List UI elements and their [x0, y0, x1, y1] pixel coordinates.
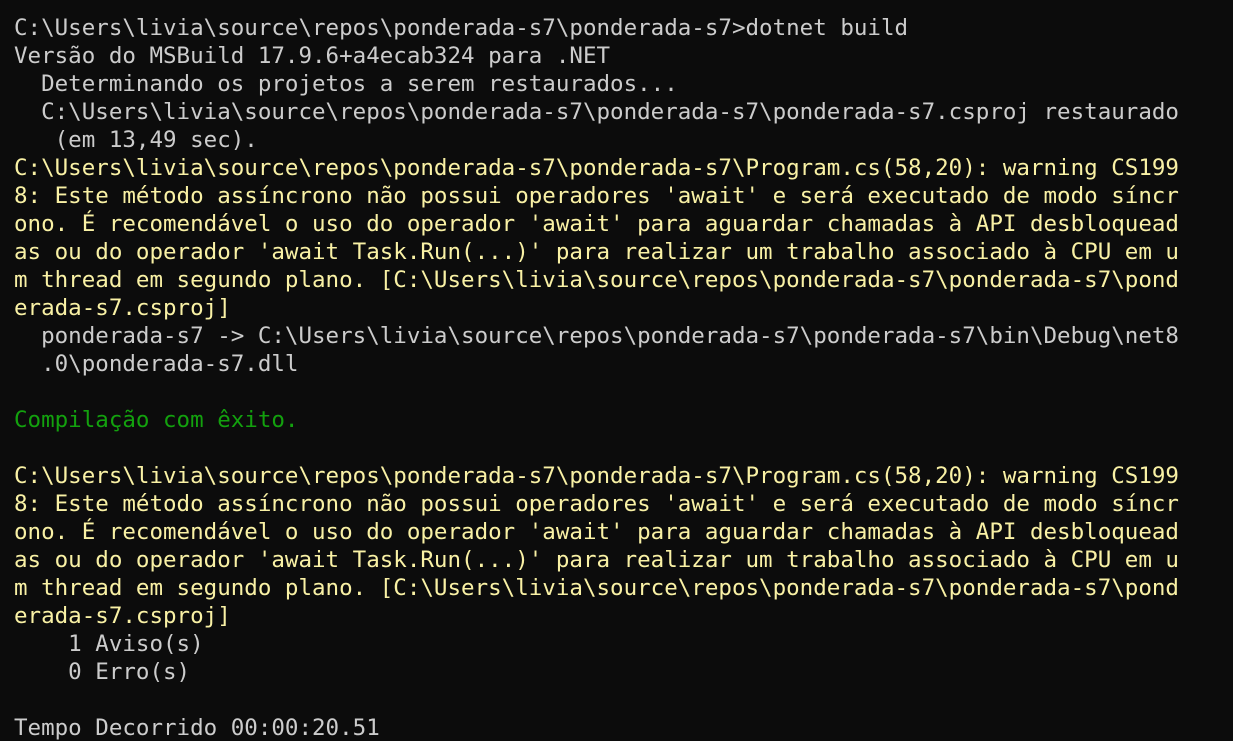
warning-line: C:\Users\livia\source\repos\ponderada-s7… [14, 155, 1179, 181]
warning-line: m thread em segundo plano. [C:\Users\liv… [14, 575, 1179, 601]
command-line: C:\Users\livia\source\repos\ponderada-s7… [14, 15, 909, 41]
terminal-window[interactable]: C:\Users\livia\source\repos\ponderada-s7… [0, 0, 1233, 741]
warning-line: erada-s7.csproj] [14, 603, 231, 629]
warning-line: 8: Este método assíncrono não possui ope… [14, 491, 1179, 517]
warning-line: m thread em segundo plano. [C:\Users\liv… [14, 267, 1179, 293]
warning-line: ono. É recomendável o uso do operador 'a… [14, 211, 1179, 237]
build-success-line: Compilação com êxito. [14, 407, 299, 433]
warning-count-line: 1 Aviso(s) [14, 631, 204, 657]
error-count-line: 0 Erro(s) [14, 659, 191, 685]
restore-status-line: Determinando os projetos a serem restaur… [14, 71, 678, 97]
msbuild-version-line: Versão do MSBuild 17.9.6+a4ecab324 para … [14, 43, 611, 69]
elapsed-time-line: Tempo Decorrido 00:00:20.51 [14, 715, 380, 741]
warning-line: erada-s7.csproj] [14, 295, 231, 321]
warning-line: C:\Users\livia\source\repos\ponderada-s7… [14, 463, 1179, 489]
warning-line: ono. É recomendável o uso do operador 'a… [14, 519, 1179, 545]
build-output-line: .0\ponderada-s7.dll [14, 351, 299, 377]
warning-line: 8: Este método assíncrono não possui ope… [14, 183, 1179, 209]
build-output-line: ponderada-s7 -> C:\Users\livia\source\re… [14, 323, 1179, 349]
warning-line: as ou do operador 'await Task.Run(...)' … [14, 547, 1179, 573]
restore-time-line: (em 13,49 sec). [14, 127, 258, 153]
restore-result-line: C:\Users\livia\source\repos\ponderada-s7… [14, 99, 1179, 125]
warning-line: as ou do operador 'await Task.Run(...)' … [14, 239, 1179, 265]
